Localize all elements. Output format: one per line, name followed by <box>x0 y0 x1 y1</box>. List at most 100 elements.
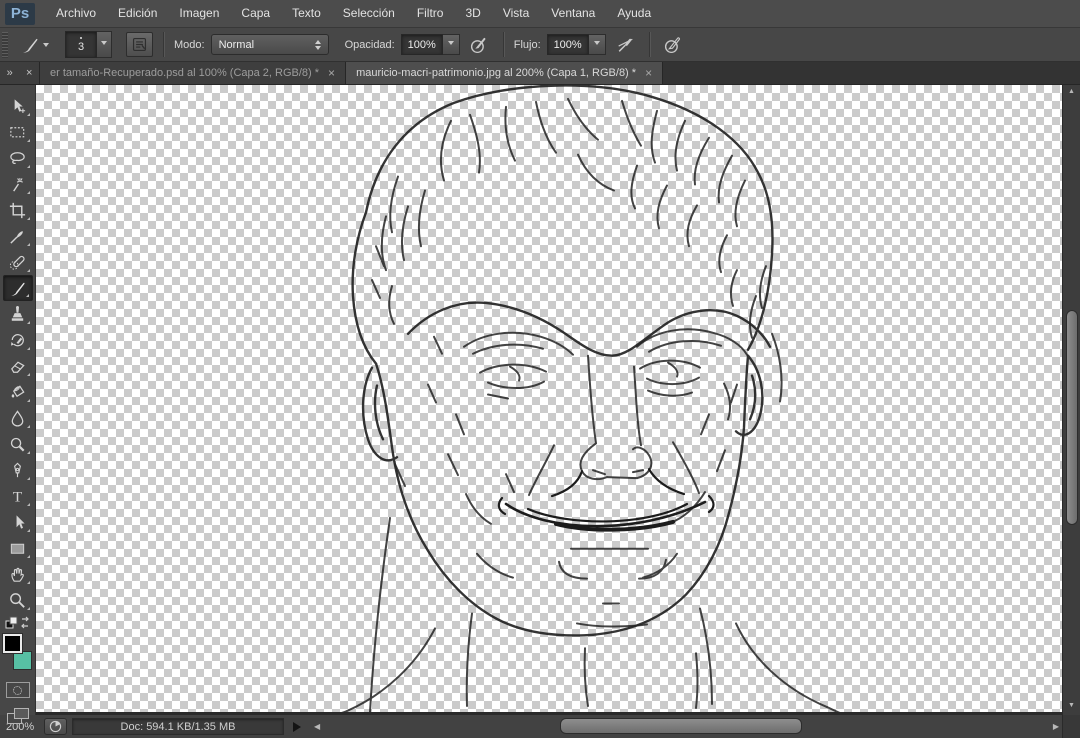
magic-wand-tool-icon <box>13 177 23 192</box>
paint-bucket-tool[interactable] <box>3 379 33 405</box>
brush-panel-icon <box>132 37 147 52</box>
flow-label: Flujo: <box>513 38 541 51</box>
brush-tool[interactable] <box>2 275 33 301</box>
airbrush-button[interactable] <box>612 32 639 57</box>
tools-panel: T <box>0 85 36 724</box>
flow-dropdown-button[interactable] <box>588 34 606 55</box>
quick-mask-button[interactable] <box>5 682 30 698</box>
healing-brush-tool[interactable] <box>3 249 33 275</box>
document-tabs: er tamaño-Recuperado.psd al 100% (Capa 2… <box>40 62 664 84</box>
tools-dock-header: » × <box>0 62 40 84</box>
status-options-button[interactable] <box>44 718 67 735</box>
path-selection-tool[interactable] <box>3 509 33 535</box>
scroll-left-icon[interactable]: ◀ <box>314 715 320 738</box>
menu-filtro[interactable]: Filtro <box>406 0 455 27</box>
menu-3d[interactable]: 3D <box>454 0 491 27</box>
photoshop-logo: Ps <box>5 2 35 25</box>
clone-stamp-tool[interactable] <box>3 301 33 327</box>
select-arrows-icon <box>314 37 321 53</box>
hand-tool-icon <box>11 567 24 582</box>
blend-mode-value: Normal <box>218 38 255 51</box>
opacity-dropdown-button[interactable] <box>442 34 460 55</box>
path-selection-tool-icon <box>16 514 25 529</box>
type-tool[interactable]: T <box>3 483 33 509</box>
menu-bar: Ps Archivo Edición Imagen Capa Texto Selecció… <box>0 0 1080 28</box>
vertical-scrollbar-thumb[interactable] <box>1066 310 1078 525</box>
flow-value[interactable]: 100% <box>546 34 589 55</box>
scroll-down-icon[interactable]: ▼ <box>1063 701 1080 711</box>
pressure-size-button[interactable] <box>660 32 687 57</box>
crop-tool[interactable] <box>3 197 33 223</box>
brush-size-preview[interactable]: 3 <box>65 31 97 58</box>
eyedropper-tool[interactable] <box>3 223 33 249</box>
workspace: T ▲ ▼ <box>0 85 1080 724</box>
move-tool-icon <box>14 98 26 113</box>
lasso-tool[interactable] <box>3 145 33 171</box>
toggle-brush-panel-button[interactable] <box>126 32 153 57</box>
document-canvas[interactable] <box>36 85 1062 715</box>
menu-texto[interactable]: Texto <box>281 0 332 27</box>
screen-mode-button[interactable] <box>6 708 29 724</box>
menu-selecci-n[interactable]: Selección <box>332 0 406 27</box>
menu-ayuda[interactable]: Ayuda <box>606 0 662 27</box>
menu-ventana[interactable]: Ventana <box>540 0 606 27</box>
brush-tool-icon <box>10 282 25 296</box>
paint-bucket-tool-icon <box>11 384 25 398</box>
tab-close-icon[interactable]: × <box>645 67 652 79</box>
document-tab-label: mauricio-macri-patrimonio.jpg al 200% (C… <box>356 67 637 79</box>
pie-chart-icon <box>49 720 62 733</box>
eraser-tool[interactable] <box>3 353 33 379</box>
pen-tool[interactable] <box>3 457 33 483</box>
scroll-up-icon[interactable]: ▲ <box>1063 87 1080 97</box>
divider <box>648 32 650 57</box>
menu-capa[interactable]: Capa <box>230 0 281 27</box>
lasso-tool-icon <box>10 151 25 164</box>
crop-tool-icon <box>9 202 26 218</box>
menu-archivo[interactable]: Archivo <box>45 0 107 27</box>
horizontal-scrollbar-thumb[interactable] <box>560 718 802 734</box>
menu-vista[interactable]: Vista <box>492 0 540 27</box>
eyedropper-tool-icon <box>10 230 23 244</box>
chevron-down-icon <box>593 41 600 48</box>
opacity-value[interactable]: 100% <box>400 34 443 55</box>
document-tab-2[interactable]: mauricio-macri-patrimonio.jpg al 200% (C… <box>346 62 664 84</box>
hand-tool[interactable] <box>3 561 33 587</box>
marquee-tool[interactable] <box>3 119 33 145</box>
document-tab-1[interactable]: er tamaño-Recuperado.psd al 100% (Capa 2… <box>40 62 347 84</box>
collapse-dock-icon[interactable]: » <box>7 67 13 79</box>
brush-size-dropdown-button[interactable] <box>97 31 112 58</box>
swap-colors-icon <box>5 616 29 629</box>
quick-mask-icon <box>13 685 22 695</box>
flow-group: 100% <box>546 34 606 55</box>
healing-brush-tool-icon <box>9 255 25 270</box>
menu-edici-n[interactable]: Edición <box>107 0 168 27</box>
menu-imagen[interactable]: Imagen <box>168 0 230 27</box>
history-brush-tool[interactable] <box>3 327 33 353</box>
scrollbar-corner <box>1062 715 1080 738</box>
scroll-right-icon[interactable]: ▶ <box>1053 715 1059 738</box>
rectangle-tool[interactable] <box>3 535 33 561</box>
opacity-group: 100% <box>400 34 460 55</box>
vertical-scrollbar[interactable]: ▲ ▼ <box>1062 85 1080 715</box>
zoom-tool[interactable] <box>3 587 33 613</box>
zoom-tool-icon <box>10 592 25 608</box>
dodge-tool-icon <box>10 437 25 451</box>
status-menu-arrow-icon[interactable] <box>293 721 306 732</box>
blur-tool[interactable] <box>3 405 33 431</box>
rectangle-tool-icon <box>10 543 25 554</box>
dodge-tool[interactable] <box>3 431 33 457</box>
magic-wand-tool[interactable] <box>3 171 33 197</box>
close-dock-icon[interactable]: × <box>26 67 32 79</box>
tab-close-icon[interactable]: × <box>328 67 335 79</box>
active-tool-preset-button[interactable] <box>16 33 53 57</box>
move-tool[interactable] <box>3 93 33 119</box>
photoshop-window: Ps Archivo Edición Imagen Capa Texto Selecció… <box>0 0 1080 738</box>
horizontal-scrollbar[interactable]: ◀ ▶ <box>310 715 1062 738</box>
pressure-opacity-button[interactable] <box>466 32 493 57</box>
mode-label: Modo: <box>174 38 205 51</box>
foreground-color-swatch[interactable] <box>2 634 22 653</box>
blend-mode-select[interactable]: Normal <box>210 34 329 55</box>
background-color-swatch[interactable] <box>12 651 32 670</box>
swap-colors-button[interactable] <box>3 615 33 631</box>
options-bar-grip[interactable] <box>2 31 8 58</box>
